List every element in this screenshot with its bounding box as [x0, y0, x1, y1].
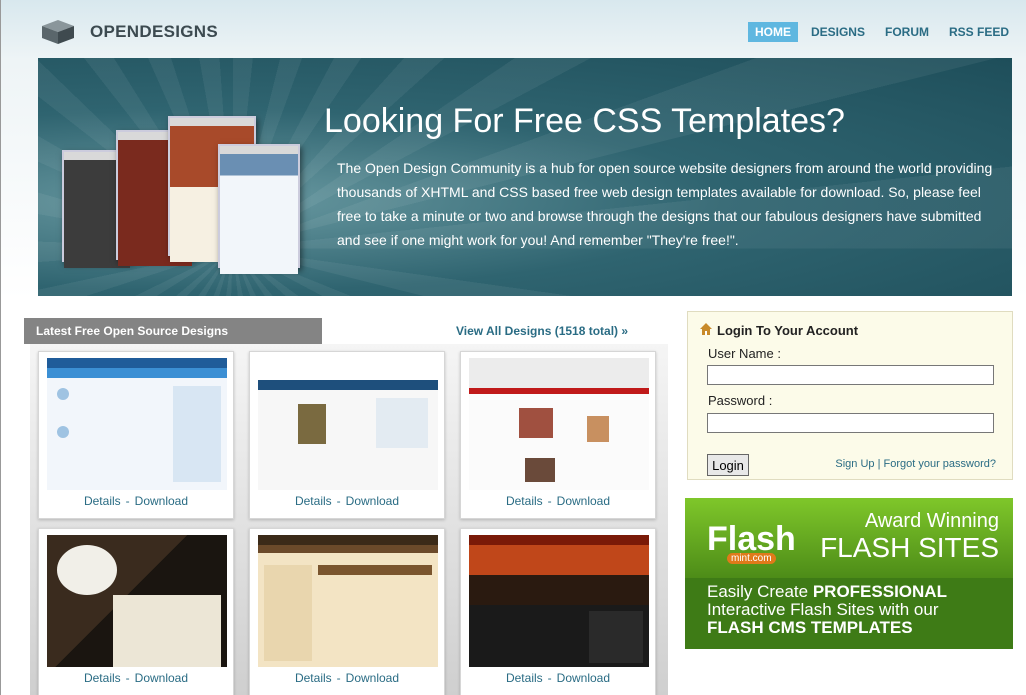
- design-card: Details - Download: [249, 528, 445, 695]
- design-card-links: Details - Download: [294, 671, 400, 685]
- download-link[interactable]: Download: [135, 494, 188, 508]
- ad-flash-sites-text: FLASH SITES: [820, 532, 999, 563]
- nav-home[interactable]: HOME: [747, 22, 798, 42]
- design-card: Details - Download: [38, 351, 234, 519]
- hero-description: The Open Design Community is a hub for o…: [337, 160, 993, 248]
- login-button[interactable]: Login: [707, 454, 749, 476]
- home-icon: [700, 323, 712, 335]
- design-card: Details - Download: [38, 528, 234, 695]
- design-thumbnail[interactable]: [469, 535, 649, 667]
- username-label: User Name :: [708, 346, 781, 361]
- password-label: Password :: [708, 393, 773, 408]
- download-link[interactable]: Download: [346, 671, 399, 685]
- details-link[interactable]: Details: [295, 671, 332, 685]
- details-link[interactable]: Details: [506, 494, 543, 508]
- details-link[interactable]: Details: [295, 494, 332, 508]
- details-link[interactable]: Details: [506, 671, 543, 685]
- flashmint-advertisement[interactable]: Flash mint.com Award Winning FLASH SITES…: [685, 498, 1013, 649]
- design-card: Details - Download: [460, 528, 656, 695]
- ad-brand-sub: mint.com: [727, 553, 776, 564]
- design-card: Details - Download: [460, 351, 656, 519]
- ad-line-2: Interactive Flash Sites with our: [707, 600, 939, 619]
- hero-screenshot-4: [218, 144, 300, 274]
- design-card-links: Details - Download: [83, 671, 189, 685]
- download-link[interactable]: Download: [346, 494, 399, 508]
- hero-banner: Looking For Free CSS Templates? The Open…: [38, 58, 1012, 296]
- design-card-links: Details - Download: [505, 494, 611, 508]
- nav-rss-feed[interactable]: RSS FEED: [942, 22, 1016, 42]
- design-thumbnail[interactable]: [47, 358, 227, 490]
- forgot-password-link[interactable]: Forgot your password?: [884, 458, 997, 470]
- nav-designs[interactable]: DESIGNS: [804, 22, 872, 42]
- account-links: Sign Up | Forgot your password?: [835, 458, 996, 470]
- design-card-links: Details - Download: [294, 494, 400, 508]
- site-header: OPENDESIGNS HOME DESIGNS FORUM RSS FEED: [0, 0, 1026, 58]
- main-nav: HOME DESIGNS FORUM RSS FEED: [747, 22, 1016, 42]
- ad-line-3: FLASH CMS TEMPLATES: [707, 618, 913, 637]
- ad-award-text: Award Winning: [864, 510, 999, 532]
- design-card: Details - Download: [249, 351, 445, 519]
- design-thumbnail[interactable]: [258, 358, 438, 490]
- design-card-links: Details - Download: [505, 671, 611, 685]
- password-field[interactable]: [707, 413, 994, 433]
- username-field[interactable]: [707, 365, 994, 385]
- details-link[interactable]: Details: [84, 494, 121, 508]
- ad-line-1: Easily Create PROFESSIONAL: [707, 582, 947, 601]
- design-thumbnail[interactable]: [258, 535, 438, 667]
- download-link[interactable]: Download: [557, 671, 610, 685]
- site-logo-text[interactable]: OPENDESIGNS: [90, 22, 218, 42]
- nav-forum[interactable]: FORUM: [878, 22, 936, 42]
- latest-designs-title: Latest Free Open Source Designs: [36, 324, 229, 338]
- signup-link[interactable]: Sign Up: [835, 458, 874, 470]
- design-card-links: Details - Download: [83, 494, 189, 508]
- cube-logo-icon[interactable]: [38, 20, 78, 44]
- download-link[interactable]: Download: [557, 494, 610, 508]
- download-link[interactable]: Download: [135, 671, 188, 685]
- details-link[interactable]: Details: [84, 671, 121, 685]
- design-thumbnail[interactable]: [469, 358, 649, 490]
- hero-title: Looking For Free CSS Templates?: [324, 102, 845, 140]
- login-title: Login To Your Account: [717, 323, 859, 338]
- design-thumbnail[interactable]: [47, 535, 227, 667]
- view-all-designs-link[interactable]: View All Designs (1518 total) »: [456, 324, 628, 338]
